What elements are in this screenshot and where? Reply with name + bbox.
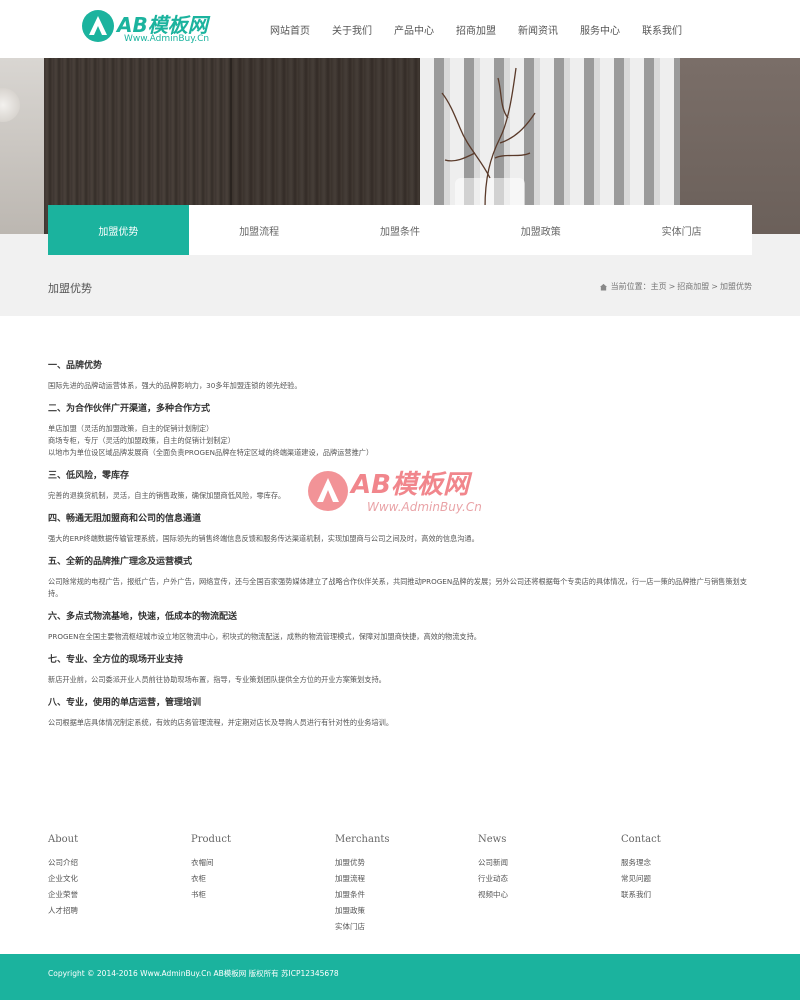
watermark-logo: AB模板网 Www.AdminBuy.Cn [305, 462, 505, 532]
nav-item-news[interactable]: 新闻资讯 [518, 22, 558, 37]
nav-item-contact[interactable]: 联系我们 [642, 22, 682, 37]
section-heading: 六、多点式物流基地，快速，低成本的物流配送 [48, 612, 238, 622]
section-heading: 七、专业、全方位的现场开业支持 [48, 655, 184, 665]
paragraph-line: 以地市为单位设区域品牌发展商（全面负责PROGEN品牌在特定区域的终端渠道建设，… [48, 448, 374, 457]
section-heading: 五、全新的品牌推广理念及运营模式 [48, 557, 193, 567]
logo-subtext: Www.AdminBuy.Cn [124, 34, 210, 44]
section-text: 国际先进的品牌动运营体系，强大的品牌影响力，30多年加盟连锁的领先经验。 [48, 380, 752, 392]
nav-item-franchise[interactable]: 招商加盟 [456, 22, 496, 37]
watermark-mark-icon [308, 471, 348, 511]
footer-link[interactable]: 视频中心 [478, 887, 508, 903]
section-heading: 一、品牌优势 [48, 361, 103, 371]
tab-franchise-policy[interactable]: 加盟政策 [470, 205, 612, 255]
banner-branches [441, 67, 536, 208]
footer-column-title: Merchants [335, 834, 390, 845]
home-icon [599, 283, 607, 291]
nav-item-about[interactable]: 关于我们 [332, 22, 372, 37]
footer-column-title: Product [191, 834, 231, 845]
nav-item-products[interactable]: 产品中心 [394, 22, 434, 37]
footer-link[interactable]: 企业文化 [48, 871, 78, 887]
footer-link[interactable]: 衣柜 [191, 871, 231, 887]
watermark-subtext: Www.AdminBuy.Cn [367, 500, 482, 514]
section-heading: 二、为合作伙伴广开渠道，多种合作方式 [48, 404, 211, 414]
site-logo[interactable]: AB模板网 Www.AdminBuy.Cn [80, 8, 230, 48]
footer-column-contact: Contact 服务理念 常见问题 联系我们 [621, 834, 661, 903]
footer-link[interactable]: 加盟优势 [335, 855, 390, 871]
footer-links: About 公司介绍 企业文化 企业荣誉 人才招聘 Product 衣帽间 衣柜… [48, 834, 752, 944]
paragraph-line: PROGEN在全国主要物流枢纽城市设立地区物流中心，积块式的物流配送，成熟的物流… [48, 632, 481, 641]
logo-mark-icon [82, 10, 114, 42]
franchise-tabs: 加盟优势 加盟流程 加盟条件 加盟政策 实体门店 [48, 205, 752, 255]
footer-link[interactable]: 书柜 [191, 887, 231, 903]
paragraph-line: 新店开业前，公司委派开业人员前往协助现场布置，指导，专业策划团队提供全方位的开业… [48, 675, 386, 684]
paragraph-line: 公司除常规的电视广告，报纸广告，户外广告，网络宣传，还与全国百家强势媒体建立了战… [48, 577, 747, 598]
footer-link[interactable]: 加盟政策 [335, 903, 390, 919]
banner-wall [0, 58, 44, 234]
footer-column-title: News [478, 834, 507, 845]
footer-column-about: About 公司介绍 企业文化 企业荣誉 人才招聘 [48, 834, 78, 919]
tab-physical-stores[interactable]: 实体门店 [611, 205, 752, 255]
tab-franchise-conditions[interactable]: 加盟条件 [329, 205, 471, 255]
breadcrumb-separator: > [668, 282, 676, 291]
footer-link[interactable]: 常见问题 [621, 871, 661, 887]
section-text: PROGEN在全国主要物流枢纽城市设立地区物流中心，积块式的物流配送，成熟的物流… [48, 631, 752, 643]
paragraph-line: 强大的ERP终端数据传输管理系统，国际领先的销售终端信息反馈和服务传达渠道机制，… [48, 534, 479, 543]
breadcrumb-current: 加盟优势 [720, 282, 752, 291]
section-heading: 八、专业，使用的单店运营，管理培训 [48, 698, 202, 708]
paragraph-line: 国际先进的品牌动运营体系，强大的品牌影响力，30多年加盟连锁的领先经验。 [48, 381, 302, 390]
section-text: 强大的ERP终端数据传输管理系统，国际领先的销售终端信息反馈和服务传达渠道机制，… [48, 533, 752, 545]
footer-link[interactable]: 人才招聘 [48, 903, 78, 919]
page-title: 加盟优势 [48, 282, 92, 295]
breadcrumb-link-franchise[interactable]: 招商加盟 [677, 281, 709, 292]
footer-link[interactable]: 实体门店 [335, 919, 390, 935]
site-header: AB模板网 Www.AdminBuy.Cn 网站首页 关于我们 产品中心 招商加… [0, 0, 800, 58]
main-nav: 网站首页 关于我们 产品中心 招商加盟 新闻资讯 服务中心 联系我们 [270, 22, 704, 37]
section-text: 公司根据单店具体情况制定系统，有效的店务管理流程，并定期对店长及导购人员进行有针… [48, 717, 752, 729]
footer-column-merchants: Merchants 加盟优势 加盟流程 加盟条件 加盟政策 实体门店 [335, 834, 390, 935]
footer-column-news: News 公司新闻 行业动态 视频中心 [478, 834, 508, 903]
breadcrumb-label: 当前位置： [610, 282, 651, 291]
footer-link[interactable]: 加盟流程 [335, 871, 390, 887]
footer-column-title: Contact [621, 834, 661, 845]
nav-item-service[interactable]: 服务中心 [580, 22, 620, 37]
footer-link[interactable]: 衣帽间 [191, 855, 231, 871]
footer-link[interactable]: 公司新闻 [478, 855, 508, 871]
footer-link[interactable]: 服务理念 [621, 855, 661, 871]
tab-franchise-process[interactable]: 加盟流程 [188, 205, 330, 255]
nav-item-home[interactable]: 网站首页 [270, 22, 310, 37]
section-text: 新店开业前，公司委派开业人员前往协助现场布置，指导，专业策划团队提供全方位的开业… [48, 674, 752, 686]
footer-link[interactable]: 加盟条件 [335, 887, 390, 903]
footer-bar: Copyright © 2014-2016 Www.AdminBuy.Cn AB… [0, 954, 800, 1000]
footer-link[interactable]: 企业荣誉 [48, 887, 78, 903]
breadcrumb: 当前位置： 主页 > 招商加盟 > 加盟优势 [599, 281, 752, 292]
footer-link[interactable]: 联系我们 [621, 887, 661, 903]
tab-franchise-advantages[interactable]: 加盟优势 [48, 205, 189, 255]
breadcrumb-separator: > [711, 282, 718, 291]
breadcrumb-link-home[interactable]: 主页 [651, 281, 667, 292]
paragraph-line: 商场专柜，专厅（灵活的加盟政策，自主的促销计划制定） [48, 436, 235, 445]
section-text: 单店加盟（灵活的加盟政策，自主的促销计划制定） 商场专柜，专厅（灵活的加盟政策，… [48, 423, 752, 459]
footer-column-product: Product 衣帽间 衣柜 书柜 [191, 834, 231, 903]
paragraph-line: 公司根据单店具体情况制定系统，有效的店务管理流程，并定期对店长及导购人员进行有针… [48, 718, 394, 727]
footer-link[interactable]: 行业动态 [478, 871, 508, 887]
watermark-text: AB模板网 [351, 470, 469, 500]
footer-column-title: About [48, 834, 79, 845]
copyright-text: Copyright © 2014-2016 Www.AdminBuy.Cn AB… [48, 969, 339, 978]
article-content: 一、品牌优势 国际先进的品牌动运营体系，强大的品牌影响力，30多年加盟连锁的领先… [48, 358, 752, 738]
section-text: 公司除常规的电视广告，报纸广告，户外广告，网络宣传，还与全国百家强势媒体建立了战… [48, 576, 752, 600]
paragraph-line: 单店加盟（灵活的加盟政策，自主的促销计划制定） [48, 424, 214, 433]
footer-link[interactable]: 公司介绍 [48, 855, 78, 871]
